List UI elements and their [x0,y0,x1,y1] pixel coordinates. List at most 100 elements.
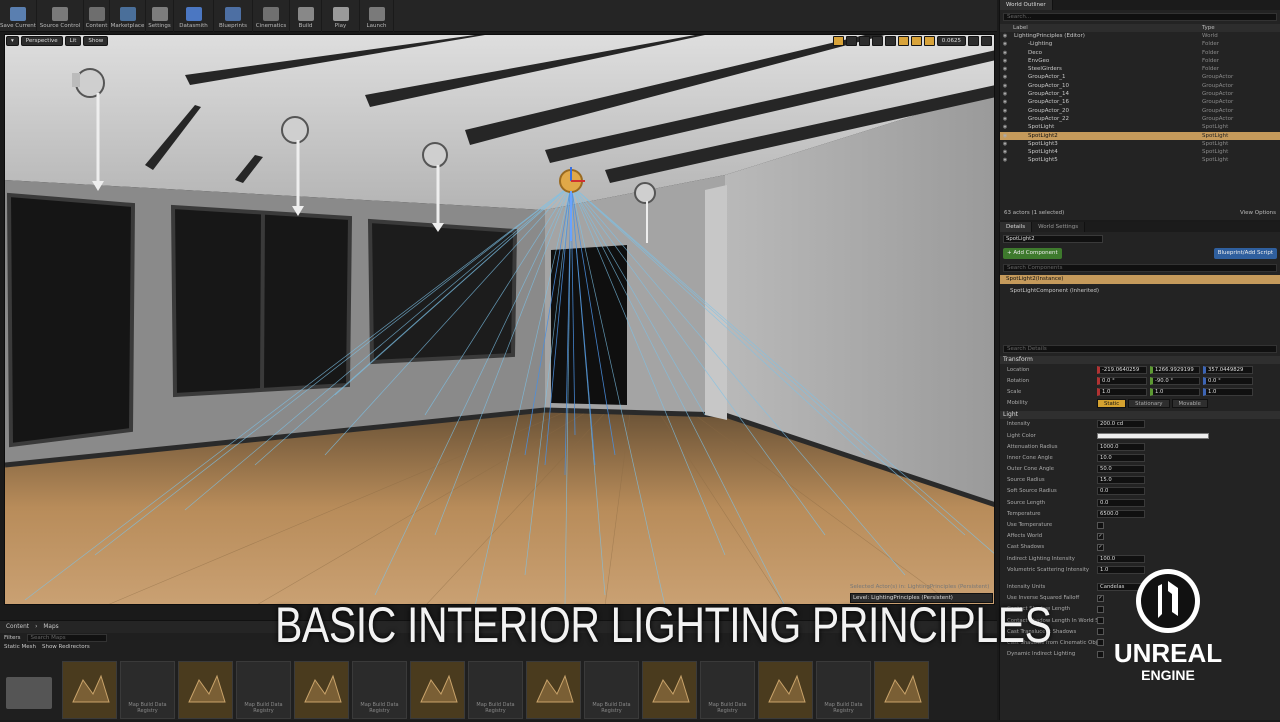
map-asset[interactable] [178,661,233,719]
scale-snap-icon[interactable] [923,36,935,46]
rotation-label[interactable]: Rotation [1007,378,1097,384]
visibility-eye-icon[interactable]: ◉ [1000,65,1010,73]
outliner-search-input[interactable]: Search... [1003,13,1277,21]
map-build-data-asset[interactable]: Map Build Data Registry [236,661,291,719]
outliner-row[interactable]: ◉ Deco Folder [1000,49,1280,57]
search-components-input[interactable]: Search Components [1003,264,1277,272]
scale-x[interactable]: 1.0 [1097,387,1147,396]
surface-snap-icon[interactable] [884,36,896,46]
transform-section-header[interactable]: Transform [1000,356,1280,364]
toolbar-blueprints-button[interactable]: Blueprints [214,0,253,32]
toolbar-settings-button[interactable]: Settings [146,0,174,32]
maps-folder-crumb[interactable]: Maps [43,624,58,630]
instance-row[interactable]: SpotLight2(Instance) [1000,275,1280,284]
property-value-field[interactable]: 6500.0 [1097,509,1145,518]
view-options-button[interactable]: View Options [1240,208,1276,218]
outliner-row[interactable]: ◉ SpotLight4 SpotLight [1000,148,1280,156]
filters-button[interactable]: Filters [4,635,21,641]
mobility-movable-button[interactable]: Movable [1171,398,1208,408]
outliner-row[interactable]: ◉ GroupActor_20 GroupActor [1000,107,1280,115]
outliner-row[interactable]: ◉ GroupActor_14 GroupActor [1000,90,1280,98]
scale-snap-value[interactable]: 0.0625 [936,36,966,46]
property-checkbox[interactable]: ✓ [1097,532,1104,540]
map-build-data-asset[interactable]: Map Build Data Registry [352,661,407,719]
outliner-row[interactable]: ◉ SpotLight5 SpotLight [1000,156,1280,164]
visibility-eye-icon[interactable]: ◉ [1000,90,1010,98]
toolbar-source-control-button[interactable]: Source Control [37,0,84,32]
outliner-row[interactable]: ◉ GroupActor_16 GroupActor [1000,98,1280,106]
scale-y[interactable]: 1.0 [1150,387,1200,396]
light-color-swatch[interactable] [1097,432,1209,439]
location-label[interactable]: Location [1007,367,1097,373]
perspective-button[interactable]: Perspective [20,36,63,46]
rotation-snap-icon[interactable] [910,36,922,46]
lit-button[interactable]: Lit [64,36,82,46]
visibility-eye-icon[interactable]: ◉ [1000,57,1010,65]
map-build-data-asset[interactable]: Map Build Data Registry [120,661,175,719]
grid-snap-icon[interactable] [897,36,909,46]
location-y[interactable]: 1266.9929199 [1150,365,1200,374]
map-asset[interactable] [874,661,929,719]
map-asset[interactable] [526,661,581,719]
property-value-field[interactable]: 200.0 cd [1097,420,1145,429]
toolbar-content-button[interactable]: Content [84,0,110,32]
mobility-stationary-button[interactable]: Stationary [1128,398,1170,408]
outliner-row[interactable]: ◉ SpotLight3 SpotLight [1000,140,1280,148]
visibility-eye-icon[interactable]: ◉ [1000,123,1010,131]
type-column-header[interactable]: Type [1202,24,1280,32]
outliner-row[interactable]: ◉ EnvGeo Folder [1000,57,1280,65]
visibility-eye-icon[interactable]: ◉ [1000,73,1010,81]
property-checkbox[interactable] [1097,521,1104,529]
property-value-field[interactable]: 50.0 [1097,465,1145,474]
rotate-tool-icon[interactable] [845,36,857,46]
visibility-eye-icon[interactable]: ◉ [1000,107,1010,115]
map-asset[interactable] [62,661,117,719]
visibility-eye-icon[interactable]: ◉ [1000,115,1010,123]
toolbar-datasmith-button[interactable]: Datasmith [174,0,214,32]
outliner-row[interactable]: ◉ SpotLight SpotLight [1000,123,1280,131]
viewport-menu-button[interactable]: ▾ [6,36,19,46]
toolbar-play-button[interactable]: Play [322,0,360,32]
camera-speed-icon[interactable] [968,36,979,46]
map-build-data-asset[interactable]: Map Build Data Registry [584,661,639,719]
rotation-x[interactable]: 0.0 ° [1097,376,1147,385]
property-value-field[interactable]: 0.0 [1097,498,1145,507]
world-local-icon[interactable] [871,36,883,46]
outliner-row[interactable]: ◉ GroupActor_1 GroupActor [1000,73,1280,81]
visibility-eye-icon[interactable]: ◉ [1000,140,1010,148]
rotation-z[interactable]: 0.0 ° [1203,376,1253,385]
property-value-field[interactable]: 15.0 [1097,476,1145,485]
visibility-eye-icon[interactable]: ◉ [1000,156,1010,164]
map-build-data-asset[interactable]: Map Build Data Registry [700,661,755,719]
tab-world-settings[interactable]: World Settings [1032,222,1086,232]
location-x[interactable]: -219.0640259 [1097,365,1147,374]
outliner-row[interactable]: ◉ SteelGirders Folder [1000,65,1280,73]
asset-search-input[interactable]: Search Maps [26,633,107,642]
property-value-field[interactable]: 10.0 [1097,453,1145,462]
rotation-y[interactable]: -90.0 ° [1150,376,1200,385]
static-mesh-filter[interactable]: Static Mesh [4,644,36,650]
scale-tool-icon[interactable] [858,36,870,46]
tab-world-outliner[interactable]: World Outliner [1000,0,1053,10]
property-value-field[interactable]: 100.0 [1097,554,1145,563]
tab-details[interactable]: Details [1000,222,1033,232]
visibility-eye-icon[interactable]: ◉ [1000,49,1010,57]
folder-asset[interactable] [4,661,59,719]
map-asset[interactable] [758,661,813,719]
visibility-eye-icon[interactable]: ◉ [1000,82,1010,90]
map-asset[interactable] [410,661,465,719]
map-build-data-asset[interactable]: Map Build Data Registry [468,661,523,719]
level-viewport[interactable] [4,34,995,605]
outliner-row[interactable]: ◉ GroupActor_10 GroupActor [1000,82,1280,90]
outliner-row[interactable]: ◉ LightingPrinciples (Editor) World [1000,32,1280,40]
visibility-eye-icon[interactable]: ◉ [1000,40,1010,48]
toolbar-build-button[interactable]: Build [290,0,322,32]
blueprint-add-script-button[interactable]: Blueprint/Add Script [1213,248,1277,259]
toolbar-marketplace-button[interactable]: Marketplace [110,0,146,32]
location-z[interactable]: 357.0449829 [1203,365,1253,374]
visibility-eye-icon[interactable]: ◉ [1000,148,1010,156]
property-value-field[interactable]: 1000.0 [1097,442,1145,451]
maximize-viewport-icon[interactable] [981,36,992,46]
label-column-header[interactable]: Label [1010,24,1202,32]
outliner-row[interactable]: ◉ GroupActor_22 GroupActor [1000,115,1280,123]
